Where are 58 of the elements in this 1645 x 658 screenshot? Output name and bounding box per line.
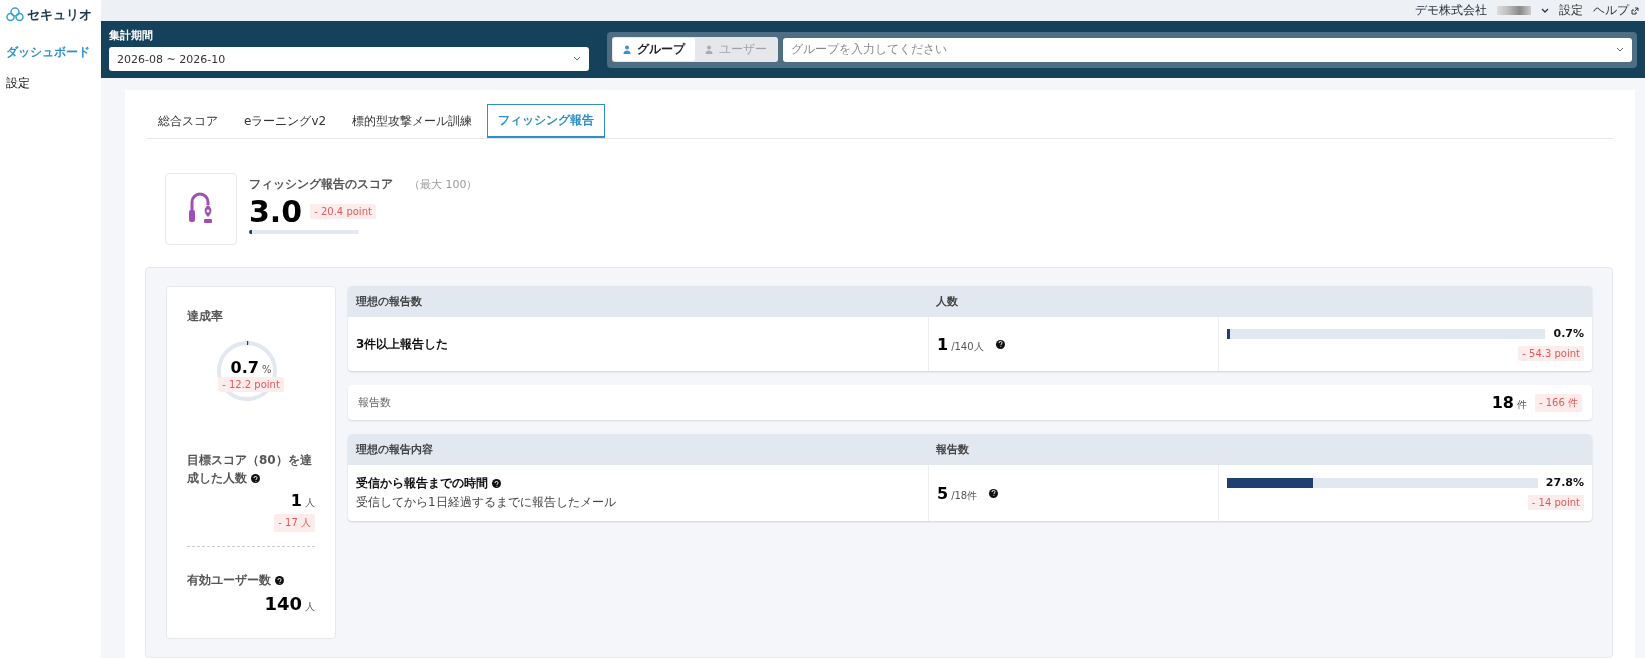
- group-input-field[interactable]: グループを入力してください: [783, 37, 1632, 62]
- achievers-value: 1: [290, 491, 302, 510]
- delta-badge: - 17 人: [274, 514, 315, 532]
- users-label: 有効ユーザー数: [187, 571, 315, 589]
- delta-badge: - 20.4 point: [310, 204, 376, 219]
- target-toggle[interactable]: グループ: [613, 38, 695, 62]
- users-unit: 人: [305, 601, 315, 612]
- score-title: フィッシング報告のスコア: [249, 177, 393, 191]
- sidebar-item[interactable]: ダッシュボード: [6, 40, 101, 65]
- tab[interactable]: フィッシング報告: [487, 104, 606, 138]
- help-icon[interactable]: [275, 576, 284, 585]
- achievers-label: 目標スコア（80）を達成した人数: [187, 452, 313, 487]
- help-icon[interactable]: [492, 479, 501, 488]
- percent-value: 27.8%: [1545, 476, 1584, 489]
- column-header: 人数: [928, 286, 1592, 317]
- report-count-unit: 件: [1516, 399, 1527, 410]
- logo-text: セキュリオ: [27, 6, 92, 24]
- count-value: 5: [937, 483, 949, 503]
- score-max: （最大 100）: [409, 178, 478, 191]
- rate-value: 0.7: [230, 358, 259, 377]
- users-value: 140: [264, 593, 302, 614]
- percent-value: 0.7%: [1553, 327, 1584, 340]
- company-name: デモ株式会社: [1415, 2, 1487, 20]
- column-header: 理想の報告数: [348, 286, 928, 317]
- column-header: 理想の報告内容: [348, 434, 928, 465]
- delta-badge: - 14 point: [1527, 495, 1584, 510]
- column-header: 報告数: [928, 434, 1592, 465]
- report-count-value: 18: [1491, 393, 1514, 412]
- chevron-down-icon: [573, 56, 581, 63]
- top-link[interactable]: ヘルプ: [1593, 2, 1639, 20]
- help-icon[interactable]: [995, 339, 1005, 349]
- count-value: 1: [937, 334, 949, 354]
- delta-badge: - 12.2 point: [218, 377, 284, 392]
- cloud-logo-icon: [6, 7, 24, 23]
- rate-unit: %: [261, 364, 272, 375]
- help-icon[interactable]: [251, 474, 260, 483]
- person-icon: [705, 45, 715, 55]
- people-icon: [623, 45, 633, 55]
- count-total: /140人: [951, 340, 984, 352]
- delta-badge: - 166 件: [1534, 393, 1582, 412]
- row-label: 3件以上報告した: [356, 335, 450, 353]
- score-value: 3.0: [249, 195, 303, 228]
- row-label: 受信から報告までの時間: [356, 475, 920, 492]
- external-link-icon[interactable]: [1631, 6, 1639, 15]
- help-icon[interactable]: [989, 488, 999, 498]
- period-select[interactable]: 2026-08 ~ 2026-10: [109, 47, 589, 72]
- achievers-unit: 人: [305, 497, 315, 508]
- row-note: 受信してから1日経過するまでに報告したメール: [356, 494, 617, 511]
- sidebar-item[interactable]: 設定: [6, 71, 101, 96]
- chevron-down-icon: [1616, 46, 1624, 53]
- count-total: /18件: [951, 489, 978, 501]
- report-count-label: 報告数: [358, 395, 391, 410]
- period-label: 集計期間: [109, 28, 154, 44]
- top-link[interactable]: 設定: [1559, 2, 1583, 20]
- delta-badge: - 54.3 point: [1518, 346, 1584, 361]
- rate-label: 達成率: [187, 308, 224, 325]
- blurred-username: [1497, 6, 1531, 16]
- chevron-down-icon[interactable]: [1541, 7, 1549, 14]
